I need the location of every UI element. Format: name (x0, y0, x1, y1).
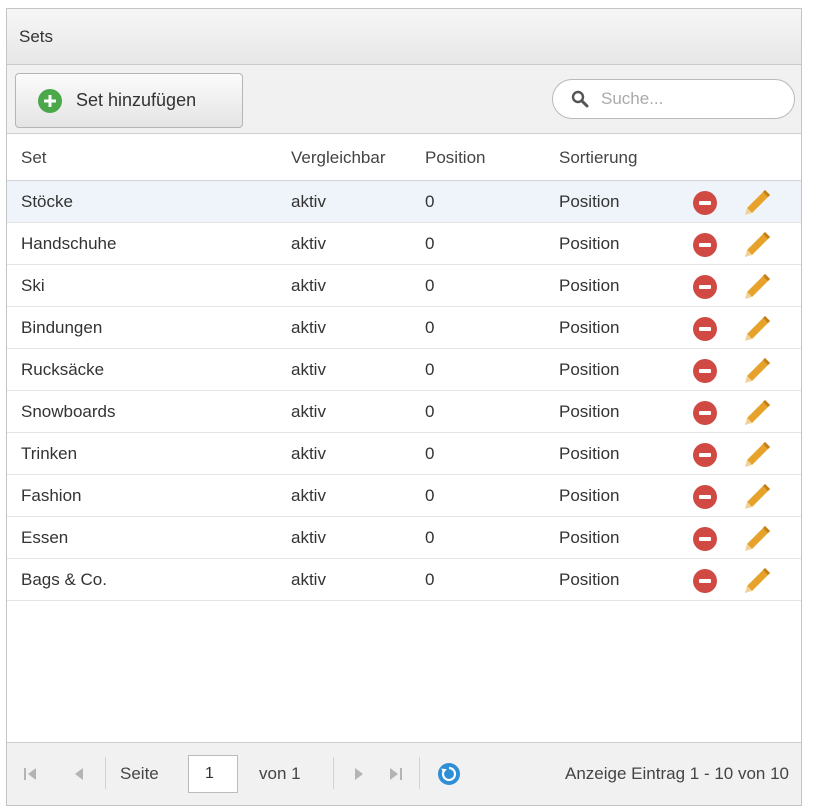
column-header-set[interactable]: Set (21, 148, 47, 168)
cell-sortierung: Position (559, 444, 620, 463)
grid-header: Set Vergleichbar Position Sortierung (7, 134, 801, 181)
pencil-icon[interactable] (741, 439, 773, 471)
cell-position: 0 (425, 276, 435, 295)
cell-vergleichbar: aktiv (291, 276, 326, 295)
minus-circle-icon[interactable] (693, 275, 717, 299)
cell-position: 0 (425, 486, 435, 505)
search-input[interactable] (599, 88, 783, 110)
cell-position: 0 (425, 234, 435, 253)
toolbar: Set hinzufügen (7, 65, 801, 134)
cell-sortierung: Position (559, 486, 620, 505)
next-page-icon[interactable] (349, 764, 369, 784)
cell-vergleichbar: aktiv (291, 486, 326, 505)
table-row[interactable]: Rucksäcke aktiv 0 Position (7, 349, 801, 391)
pagination-bar: Seite von 1 Anzeige Eintrag 1 - 10 von 1… (7, 742, 801, 805)
panel-header: Sets (7, 9, 801, 65)
cell-vergleichbar: aktiv (291, 318, 326, 337)
pencil-icon[interactable] (741, 271, 773, 303)
plus-circle-icon (38, 88, 62, 113)
minus-circle-icon[interactable] (693, 233, 717, 257)
minus-circle-icon[interactable] (693, 569, 717, 593)
column-header-position[interactable]: Position (425, 148, 485, 168)
cell-vergleichbar: aktiv (291, 444, 326, 463)
cell-set: Stöcke (21, 192, 73, 211)
pencil-icon[interactable] (741, 187, 773, 219)
cell-vergleichbar: aktiv (291, 402, 326, 421)
pager-separator (333, 757, 334, 789)
cell-set: Essen (21, 528, 69, 547)
cell-vergleichbar: aktiv (291, 234, 326, 253)
last-page-icon[interactable] (385, 764, 405, 784)
add-set-button[interactable]: Set hinzufügen (15, 73, 243, 128)
column-header-sortierung[interactable]: Sortierung (559, 148, 637, 168)
cell-sortierung: Position (559, 570, 620, 589)
cell-position: 0 (425, 528, 435, 547)
table-row[interactable]: Handschuhe aktiv 0 Position (7, 223, 801, 265)
cell-set: Ski (21, 276, 45, 295)
cell-sortierung: Position (559, 192, 620, 211)
cell-set: Rucksäcke (21, 360, 105, 379)
minus-circle-icon[interactable] (693, 191, 717, 215)
minus-circle-icon[interactable] (693, 317, 717, 341)
column-header-vergleichbar[interactable]: Vergleichbar (291, 148, 386, 168)
pencil-icon[interactable] (741, 229, 773, 261)
table-row[interactable]: Fashion aktiv 0 Position (7, 475, 801, 517)
table-row[interactable]: Essen aktiv 0 Position (7, 517, 801, 559)
add-set-label: Set hinzufügen (76, 90, 197, 110)
cell-position: 0 (425, 360, 435, 379)
cell-sortierung: Position (559, 360, 620, 379)
minus-circle-icon[interactable] (693, 443, 717, 467)
grid-body: Stöcke aktiv 0 Position Handschuhe aktiv 0 Posi… (7, 181, 801, 601)
magnifier-icon (571, 89, 591, 109)
search-box[interactable] (552, 79, 795, 119)
cell-position: 0 (425, 444, 435, 463)
table-row[interactable]: Snowboards aktiv 0 Position (7, 391, 801, 433)
table-row[interactable]: Bindungen aktiv 0 Position (7, 307, 801, 349)
cell-position: 0 (425, 318, 435, 337)
panel-title: Sets (19, 27, 54, 46)
cell-vergleichbar: aktiv (291, 570, 326, 589)
cell-position: 0 (425, 192, 435, 211)
cell-set: Snowboards (21, 402, 116, 421)
cell-sortierung: Position (559, 402, 620, 421)
cell-position: 0 (425, 570, 435, 589)
pencil-icon[interactable] (741, 313, 773, 345)
table-row[interactable]: Stöcke aktiv 0 Position (7, 181, 801, 223)
sets-panel: Sets Set hinzufügen Set Vergleichbar Pos… (6, 8, 802, 806)
pager-separator (105, 757, 106, 789)
page-number-input[interactable] (188, 755, 238, 793)
cell-set: Bags & Co. (21, 570, 107, 589)
cell-set: Bindungen (21, 318, 103, 337)
cell-vergleichbar: aktiv (291, 528, 326, 547)
cell-position: 0 (425, 402, 435, 421)
refresh-icon[interactable] (437, 762, 461, 786)
cell-sortierung: Position (559, 318, 620, 337)
cell-vergleichbar: aktiv (291, 360, 326, 379)
table-row[interactable]: Bags & Co. aktiv 0 Position (7, 559, 801, 601)
table-row[interactable]: Ski aktiv 0 Position (7, 265, 801, 307)
pencil-icon[interactable] (741, 565, 773, 597)
minus-circle-icon[interactable] (693, 485, 717, 509)
cell-sortierung: Position (559, 528, 620, 547)
pencil-icon[interactable] (741, 397, 773, 429)
pencil-icon[interactable] (741, 523, 773, 555)
first-page-icon[interactable] (21, 764, 41, 784)
page-count-label: von 1 (259, 764, 301, 783)
cell-set: Handschuhe (21, 234, 117, 253)
cell-set: Trinken (21, 444, 78, 463)
pager-separator (419, 757, 420, 789)
minus-circle-icon[interactable] (693, 359, 717, 383)
cell-sortierung: Position (559, 276, 620, 295)
page-label: Seite (120, 764, 159, 783)
table-row[interactable]: Trinken aktiv 0 Position (7, 433, 801, 475)
pagination-info: Anzeige Eintrag 1 - 10 von 10 (565, 764, 789, 783)
pencil-icon[interactable] (741, 355, 773, 387)
pencil-icon[interactable] (741, 481, 773, 513)
cell-sortierung: Position (559, 234, 620, 253)
minus-circle-icon[interactable] (693, 401, 717, 425)
cell-set: Fashion (21, 486, 82, 505)
cell-vergleichbar: aktiv (291, 192, 326, 211)
minus-circle-icon[interactable] (693, 527, 717, 551)
prev-page-icon[interactable] (69, 764, 89, 784)
